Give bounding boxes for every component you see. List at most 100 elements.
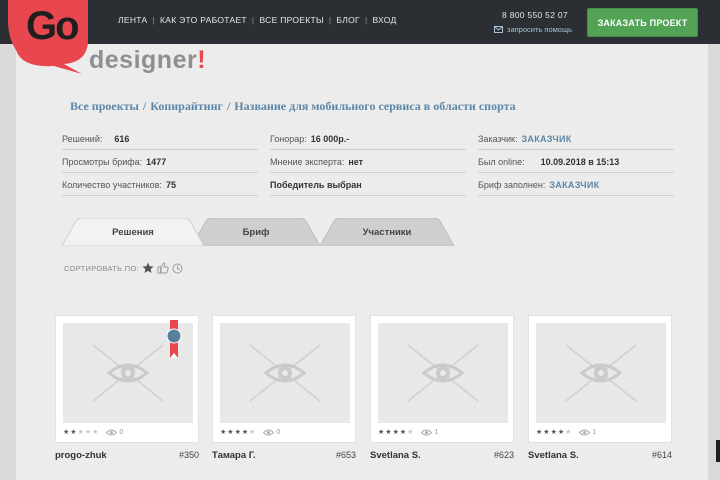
nav-all-projects[interactable]: ВСЕ ПРОЕКТЫ <box>259 15 323 25</box>
window-edge <box>716 440 720 462</box>
nav-how-it-works[interactable]: КАК ЭТО РАБОТАЕТ <box>160 15 247 25</box>
clock-icon[interactable] <box>172 263 183 274</box>
info-participants-label: Количество участников: <box>62 179 162 190</box>
info-fee-label: Гонорар: <box>270 133 307 144</box>
info-brief-views-label: Просмотры брифа: <box>62 156 143 167</box>
solution-number: #653 <box>335 450 356 460</box>
winner-ribbon-icon <box>166 320 182 358</box>
info-client-label: Заказчик: <box>478 133 518 144</box>
rating-star-icon: ★ <box>70 429 77 436</box>
solution-number: #614 <box>651 450 672 460</box>
info-solutions-label: Решений: <box>62 133 103 144</box>
info-participants-value: 75 <box>165 179 176 190</box>
eye-icon <box>421 429 433 436</box>
nav-separator: | <box>152 15 155 25</box>
info-client-link[interactable]: ЗАКАЗЧИК <box>521 134 571 144</box>
info-brief-filled: Бриф заполнен: ЗАКАЗЧИК <box>478 174 674 196</box>
info-solutions-value: 616 <box>114 133 130 144</box>
info-online: Был online: 10.09.2018 в 15:13 <box>478 151 674 173</box>
info-solutions: Решений: 616 <box>62 128 258 150</box>
solution-author[interactable]: Svetlana S. <box>528 450 579 461</box>
info-brief-views: Просмотры брифа: 1477 <box>62 151 258 173</box>
breadcrumb-project-title: Название для мобильного сервиса в област… <box>234 99 516 113</box>
rating-star-icon: ★ <box>227 429 234 436</box>
nav-feed[interactable]: ЛЕНТА <box>118 15 147 25</box>
tab-participants-label: Участники <box>362 226 412 238</box>
sort-controls: СОРТИРОВАТЬ ПО: <box>64 262 183 274</box>
solution-meta: ★ ★ ★ ★ ★ 1 <box>536 429 596 436</box>
solution-card[interactable]: ★ ★ ★ ★ ★ 0 <box>212 315 356 443</box>
solution-meta: ★ ★ ★ ★ ★ 0 <box>63 429 123 436</box>
views-count-value: 0 <box>119 429 124 436</box>
thumbs-up-icon[interactable] <box>157 262 169 274</box>
rating-star-icon: ★ <box>407 429 414 436</box>
solution-thumbnail[interactable] <box>378 323 508 423</box>
info-expert-value: нет <box>348 156 364 167</box>
envelope-icon <box>494 26 503 33</box>
info-online-value: 10.09.2018 в 15:13 <box>540 156 620 167</box>
hidden-eye-icon <box>249 344 321 402</box>
top-bar: ЛЕНТА | КАК ЭТО РАБОТАЕТ | ВСЕ ПРОЕКТЫ |… <box>0 0 720 44</box>
rating-star-icon: ★ <box>565 429 572 436</box>
tab-participants[interactable]: Участники <box>320 218 454 246</box>
solution-meta: ★ ★ ★ ★ ★ 0 <box>220 429 280 436</box>
rating-star-icon: ★ <box>241 429 249 436</box>
solution-thumbnail[interactable] <box>220 323 350 423</box>
eye-icon <box>579 429 591 436</box>
tab-solutions-label: Решения <box>112 226 154 238</box>
solution-author[interactable]: Тамара Г. <box>212 450 256 461</box>
breadcrumb-all-projects[interactable]: Все проекты <box>70 99 139 113</box>
info-brief-filled-label: Бриф заполнен: <box>478 179 546 190</box>
rating-star-icon: ★ <box>399 429 407 436</box>
hidden-eye-icon <box>407 344 479 402</box>
star-icon[interactable] <box>142 262 154 274</box>
solution-card[interactable]: ★ ★ ★ ★ ★ 1 <box>370 315 514 443</box>
info-participants: Количество участников: 75 <box>62 174 258 196</box>
logo-exclamation: ! <box>197 46 207 74</box>
nav-login[interactable]: ВХОД <box>372 15 396 25</box>
rating-stars: ★ ★ ★ ★ ★ <box>536 429 571 436</box>
rating-star-icon: ★ <box>385 429 392 436</box>
rating-star-icon: ★ <box>249 429 256 436</box>
help-link[interactable]: запросить помощь <box>494 25 572 34</box>
logo-designer-text: designer <box>89 46 198 74</box>
nav-separator: | <box>328 15 332 25</box>
views-count: 0 <box>106 429 123 436</box>
hidden-eye-icon <box>565 344 637 402</box>
info-online-label: Был online: <box>478 156 525 167</box>
rating-star-icon: ★ <box>392 429 399 436</box>
rating-star-icon: ★ <box>77 429 84 436</box>
info-brief-views-value: 1477 <box>146 156 167 167</box>
info-brief-filled-link[interactable]: ЗАКАЗЧИК <box>549 180 599 190</box>
phone-number: 8 800 550 52 07 <box>502 10 568 20</box>
help-link-label: запросить помощь <box>507 25 573 34</box>
views-count: 1 <box>421 429 438 436</box>
solution-card[interactable]: ★ ★ ★ ★ ★ 1 <box>528 315 672 443</box>
info-winner: Победитель выбран <box>270 174 466 196</box>
eye-icon <box>263 429 275 436</box>
views-count-value: 1 <box>434 429 439 436</box>
views-count-value: 0 <box>276 429 281 436</box>
rating-star-icon: ★ <box>557 429 565 436</box>
solution-author[interactable]: Svetlana S. <box>370 450 421 461</box>
solution-thumbnail[interactable] <box>536 323 666 423</box>
rating-star-icon: ★ <box>543 429 550 436</box>
nav-separator: | <box>364 15 368 25</box>
rating-star-icon: ★ <box>536 429 543 436</box>
views-count: 0 <box>263 429 280 436</box>
nav-blog[interactable]: БЛОГ <box>336 15 360 25</box>
info-winner-label: Победитель выбран <box>270 179 362 190</box>
sort-label: СОРТИРОВАТЬ ПО: <box>64 263 139 273</box>
order-project-button[interactable]: ЗАКАЗАТЬ ПРОЕКТ <box>587 8 698 37</box>
solution-author[interactable]: progo-zhuk <box>55 450 107 461</box>
rating-star-icon: ★ <box>63 429 70 436</box>
breadcrumb-category[interactable]: Копирайтинг <box>150 99 223 113</box>
rating-stars: ★ ★ ★ ★ ★ <box>378 429 413 436</box>
tab-solutions[interactable]: Решения <box>62 218 204 246</box>
rating-star-icon: ★ <box>220 429 227 436</box>
solution-number: #623 <box>493 450 514 460</box>
views-count-value: 1 <box>592 429 597 436</box>
nav-separator: | <box>251 15 255 25</box>
tab-brief[interactable]: Бриф <box>192 218 320 246</box>
tab-bar: Бриф Участники Решения <box>62 218 454 246</box>
